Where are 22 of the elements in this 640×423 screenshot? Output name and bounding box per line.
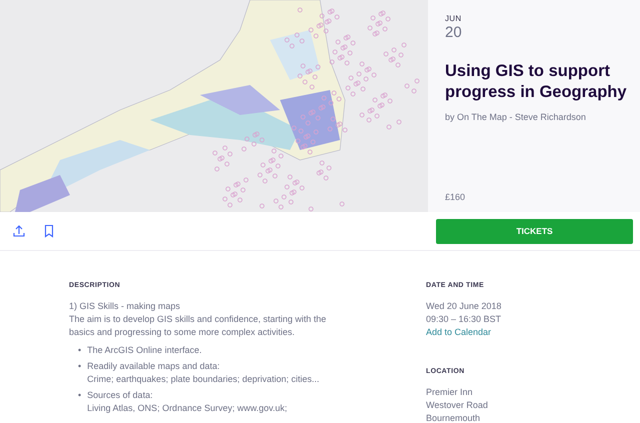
organizer-text: by On The Map - Steve Richardson xyxy=(445,112,587,122)
event-title: Using GIS to support progress in Geography xyxy=(445,61,628,103)
bullet-text: Sources of data: Living Atlas, ONS; Ordnance Survey; www.gov.uk; xyxy=(87,389,288,415)
event-month: JUN xyxy=(445,14,462,23)
bullet-text: The ArcGIS Online interface. xyxy=(87,344,202,357)
bullet-marker: • xyxy=(78,344,82,357)
event-price: £160 xyxy=(445,192,466,202)
bookmark-icon[interactable] xyxy=(42,224,56,238)
bullet-text: Readily available maps and data: Crime; earthquakes; plate boundaries; deprivation; cities... xyxy=(87,360,320,386)
address-line: Westover Road xyxy=(426,399,489,412)
address-line: Premier Inn xyxy=(426,386,474,399)
share-icon[interactable] xyxy=(12,224,26,238)
date-text: Wed 20 June 2018 xyxy=(426,300,502,313)
description-text: The aim is to develop GIS skills and confidence, starting with the basics and progressing to some more complex activities. xyxy=(69,313,328,339)
tickets-button[interactable]: TICKETS xyxy=(436,218,633,244)
address-line: Bournemouth xyxy=(426,412,482,423)
bullet-marker: • xyxy=(78,360,82,373)
description-subtitle: 1) GIS Skills - making maps xyxy=(69,300,182,313)
date-text: 09:30 – 16:30 BST xyxy=(426,313,502,326)
add-to-calendar-link[interactable]: Add to Calendar xyxy=(426,327,492,337)
event-day: 20 xyxy=(445,24,628,41)
bullet-marker: • xyxy=(78,389,82,402)
